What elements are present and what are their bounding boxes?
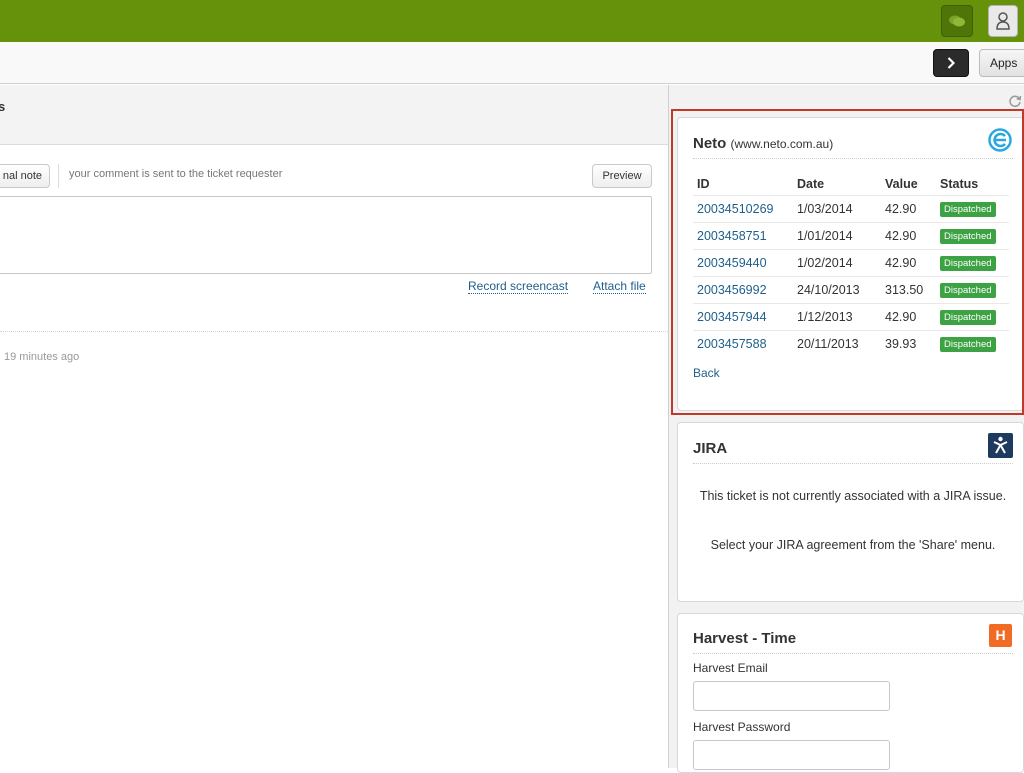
- page-title: s: [0, 99, 6, 114]
- harvest-title: Harvest - Time: [693, 630, 797, 647]
- record-screencast-link[interactable]: Record screencast: [468, 279, 569, 294]
- column-header-status: Status: [940, 177, 979, 191]
- table-header-row: ID Date Value Status: [693, 173, 1009, 196]
- order-value: 42.90: [881, 195, 936, 223]
- order-id-link[interactable]: 2003456992: [693, 276, 793, 304]
- order-date: 20/11/2013: [793, 330, 881, 357]
- chevron-right-icon: [947, 57, 955, 69]
- order-date: 1/03/2014: [793, 195, 881, 223]
- back-link[interactable]: Back: [693, 366, 720, 380]
- divider: [693, 463, 1013, 464]
- order-value: 313.50: [881, 276, 936, 304]
- comment-textarea[interactable]: [0, 196, 652, 274]
- divider: [693, 653, 1013, 654]
- divider: [58, 164, 59, 188]
- jira-instructions: Select your JIRA agreement from the 'Sha…: [710, 538, 996, 552]
- harvest-logo-icon: H: [989, 624, 1012, 647]
- order-date: 1/01/2014: [793, 222, 881, 250]
- table-row: 2003458751 1/01/2014 42.90 Dispatched: [693, 222, 1009, 250]
- chat-bubbles-icon: [949, 15, 965, 27]
- user-avatar-icon: [996, 12, 1010, 30]
- order-id-link[interactable]: 2003457944: [693, 303, 793, 331]
- order-value: 42.90: [881, 249, 936, 277]
- status-badge: Dispatched: [940, 229, 996, 244]
- harvest-password-label: Harvest Password: [693, 720, 791, 734]
- internal-note-button[interactable]: nal note: [0, 164, 50, 188]
- apps-button[interactable]: Apps: [979, 49, 1024, 77]
- order-date: 24/10/2013: [793, 276, 881, 304]
- table-row: 2003457588 20/11/2013 39.93 Dispatched: [693, 330, 1009, 357]
- jira-app-card: JIRA: [677, 422, 1024, 602]
- chat-button[interactable]: [941, 5, 973, 37]
- jira-logo-icon: [988, 433, 1013, 458]
- order-id-link[interactable]: 2003458751: [693, 222, 793, 250]
- table-row: 2003457944 1/12/2013 42.90 Dispatched: [693, 303, 1009, 331]
- jira-message: This ticket is not currently associated …: [699, 489, 1007, 503]
- preview-button[interactable]: Preview: [592, 164, 652, 188]
- toolbar: Apps: [0, 42, 1024, 84]
- divider: [0, 331, 668, 332]
- harvest-email-field[interactable]: [693, 681, 890, 711]
- order-id-link[interactable]: 20034510269: [693, 195, 793, 223]
- column-header-value: Value: [885, 177, 918, 191]
- status-badge: Dispatched: [940, 256, 996, 271]
- jira-title: JIRA: [693, 440, 728, 457]
- table-row: 2003456992 24/10/2013 313.50 Dispatched: [693, 276, 1009, 304]
- order-date: 1/02/2014: [793, 249, 881, 277]
- ticket-header: s: [0, 85, 668, 145]
- status-badge: Dispatched: [940, 202, 996, 217]
- harvest-email-label: Harvest Email: [693, 661, 768, 675]
- status-badge: Dispatched: [940, 283, 996, 298]
- attach-file-link[interactable]: Attach file: [593, 279, 646, 294]
- column-header-date: Date: [797, 177, 825, 191]
- order-value: 39.93: [881, 330, 936, 357]
- table-row: 20034510269 1/03/2014 42.90 Dispatched: [693, 195, 1009, 223]
- order-id-link[interactable]: 2003457588: [693, 330, 793, 357]
- refresh-icon[interactable]: [1008, 94, 1022, 108]
- order-value: 42.90: [881, 303, 936, 331]
- status-badge: Dispatched: [940, 310, 996, 325]
- next-button[interactable]: [933, 49, 969, 77]
- neto-orders-table: ID Date Value Status 20034510269 1/03/20…: [693, 173, 1009, 357]
- timestamp: 19 minutes ago: [4, 351, 80, 363]
- comment-hint: your comment is sent to the ticket reque…: [69, 168, 283, 180]
- column-header-id: ID: [697, 177, 710, 191]
- user-profile-button[interactable]: [988, 5, 1018, 37]
- harvest-password-field[interactable]: [693, 740, 890, 770]
- status-badge: Dispatched: [940, 337, 996, 352]
- table-row: 2003459440 1/02/2014 42.90 Dispatched: [693, 249, 1009, 277]
- order-date: 1/12/2013: [793, 303, 881, 331]
- order-value: 42.90: [881, 222, 936, 250]
- order-id-link[interactable]: 2003459440: [693, 249, 793, 277]
- top-navigation-bar: [0, 0, 1024, 42]
